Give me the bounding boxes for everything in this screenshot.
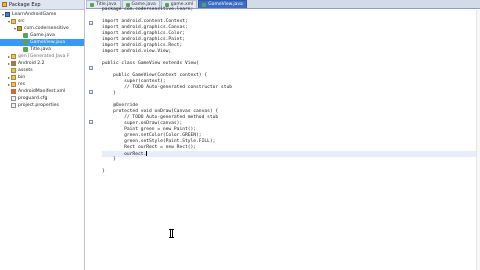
tree-item-label: com.codersensitive (24, 26, 69, 31)
code-line-text: public GameView(Context context) { (102, 73, 208, 78)
code-line[interactable]: } (102, 169, 478, 175)
code-line-text: package com.codersensitive.learn; (102, 7, 194, 12)
tree-item[interactable]: ▸ gen [Generated Java F (0, 53, 84, 60)
tree-item[interactable]: GameView.java (0, 39, 84, 46)
tree-item-label: assets (18, 68, 33, 73)
package-explorer-icon (2, 2, 7, 7)
tree-item-label: src (18, 19, 25, 24)
fold-toggle-icon[interactable]: − (89, 21, 93, 25)
code-line-text: super.onDraw(canvas); (102, 121, 183, 126)
code-line-text: // TODO Auto-generated method stub (102, 115, 219, 120)
tree-item[interactable]: ▾ com.codersensitive (0, 25, 84, 32)
tree-item-label: res (18, 82, 26, 87)
editor-gutter: − − − − (86, 10, 100, 270)
tree-item[interactable]: project.properties (0, 102, 84, 109)
code-text[interactable]: package com.codersensitive.learn; import … (102, 7, 478, 175)
tree-item-label: GameView.java (30, 40, 66, 45)
xml-icon (11, 89, 16, 94)
folder-icon (11, 82, 16, 87)
fold-toggle-icon[interactable]: − (89, 90, 93, 94)
tree-item-label: proguard.cfg (18, 96, 48, 101)
tree-item-label: Android 2.2 (18, 61, 45, 66)
code-line-text: Rect ourRect = new Rect(); (102, 145, 197, 150)
overview-ruler (476, 10, 480, 270)
code-editor[interactable]: Title.java Game.java game.xml GameView.java… (86, 0, 480, 270)
code-line-text: import android.graphics.Canvas; (102, 25, 188, 30)
project-icon (5, 12, 10, 17)
text-cursor-icon (169, 229, 174, 238)
code-line-text: @Override (102, 103, 138, 108)
tree-item-label: Title.java (30, 47, 51, 52)
code-line-text: protected void onDraw(Canvas canvas) { (102, 109, 219, 114)
code-line-text: Paint green = new Paint(); (102, 127, 197, 132)
code-line-text: import android.graphics.Rect; (102, 43, 183, 48)
code-line-text: } (102, 169, 105, 174)
folder-icon (11, 54, 16, 59)
package-explorer-tab[interactable]: Package Exp (0, 0, 84, 10)
code-line-text: // TODO Auto-generated constructor stub (102, 85, 232, 90)
tree-item-label: project.properties (18, 103, 59, 108)
code-line-text: } (102, 157, 116, 162)
code-line-text: import android.content.Context; (102, 19, 188, 24)
fold-toggle-icon[interactable]: − (89, 66, 93, 70)
java-file-icon (125, 2, 130, 7)
file-icon (11, 103, 16, 108)
java-icon (23, 33, 28, 38)
java-file-icon (164, 2, 169, 7)
text-caret (146, 151, 147, 156)
tree-item[interactable]: Title.java (0, 46, 84, 53)
code-line-text: } (102, 91, 116, 96)
jar-icon (11, 61, 16, 66)
tree-item[interactable]: assets (0, 67, 84, 74)
java-icon (23, 40, 28, 45)
tree-item-label: gen [Generated Java F (18, 54, 70, 59)
package-explorer-tab-label: Package Exp (9, 1, 41, 8)
tree-item[interactable]: ▾ LearnAndroidGame (0, 11, 84, 18)
java-file-icon (90, 2, 94, 7)
tree-item[interactable]: ▸ res (0, 81, 84, 88)
pkg-icon (17, 26, 22, 31)
project-tree: ▾ LearnAndroidGame ▾ src ▾ com.codersensitive… (0, 10, 84, 109)
folder-icon (11, 68, 16, 73)
tree-item-label: AndroidManifest.xml (18, 89, 66, 94)
code-line-text: import android.graphics.Paint; (102, 37, 185, 42)
tree-item-label: LearnAndroidGame (12, 12, 57, 17)
code-line-text: import android.graphics.Color; (102, 31, 185, 36)
java-file-icon (202, 2, 207, 7)
tree-item[interactable]: ▸ Android 2.2 (0, 60, 84, 67)
tree-item[interactable]: AndroidManifest.xml (0, 88, 84, 95)
tree-item[interactable]: proguard.cfg (0, 95, 84, 102)
tree-item[interactable]: ▸ bin (0, 74, 84, 81)
fold-toggle-icon[interactable]: − (89, 120, 93, 124)
code-line-text: green.setStyle(Paint.Style.FILL); (102, 139, 216, 144)
tree-item-label: Game.java (30, 33, 55, 38)
code-line-text: green.setColor(Color.GREEN); (102, 133, 202, 138)
code-line-text: import android.view.View; (102, 49, 172, 54)
code-line-text: public class GameView extends View{ (102, 61, 199, 66)
tree-item[interactable]: ▾ src (0, 18, 84, 25)
folder-icon (11, 19, 16, 24)
tree-item[interactable]: Game.java (0, 32, 84, 39)
file-icon (11, 96, 16, 101)
code-line-text: super(context); (102, 79, 166, 84)
package-explorer: Package Exp ▾ LearnAndroidGame ▾ src ▾ com.co… (0, 0, 85, 270)
java-icon (23, 47, 28, 52)
folder-icon (11, 75, 16, 80)
tree-item-label: bin (18, 75, 26, 80)
